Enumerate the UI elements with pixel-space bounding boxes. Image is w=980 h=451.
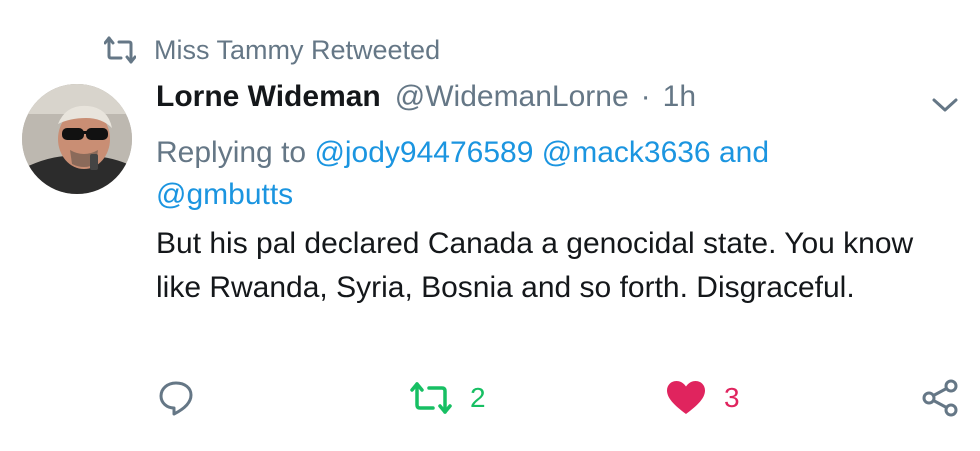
heart-icon xyxy=(666,380,706,416)
reply-context-prefix: Replying to xyxy=(156,136,307,169)
author-display-name[interactable]: Lorne Wideman xyxy=(156,80,381,114)
tweet-text: But his pal declared Canada a genocidal … xyxy=(156,227,914,304)
tweet-actions: 2 3 xyxy=(0,370,980,426)
like-button[interactable]: 3 xyxy=(666,370,740,426)
header-separator: · xyxy=(640,80,651,113)
share-icon xyxy=(920,378,960,418)
tweet-header: Lorne Wideman @WidemanLorne · 1h xyxy=(156,80,696,126)
mention-gmbutts[interactable]: @gmbutts xyxy=(156,178,293,211)
tweet-timestamp[interactable]: 1h xyxy=(663,80,696,114)
like-count: 3 xyxy=(724,382,740,413)
avatar[interactable] xyxy=(22,84,132,194)
chevron-down-icon[interactable] xyxy=(930,94,960,116)
avatar-image xyxy=(22,84,132,194)
retweet-context-label: Miss Tammy Retweeted xyxy=(154,34,441,65)
mention-mack3636[interactable]: @mack3636 xyxy=(542,136,711,169)
mention-jody94476589[interactable]: @jody94476589 xyxy=(314,136,533,169)
share-button[interactable] xyxy=(920,370,960,426)
author-handle[interactable]: @WidemanLorne xyxy=(395,80,629,114)
retweet-context[interactable]: Miss Tammy Retweeted xyxy=(103,30,441,70)
retweet-icon xyxy=(410,381,452,415)
reply-bubble-icon xyxy=(158,380,194,416)
retweet-icon xyxy=(103,36,137,64)
retweet-button[interactable]: 2 xyxy=(410,370,486,426)
reply-context-joiner[interactable]: and xyxy=(719,136,769,169)
reply-context: Replying to @jody94476589 @mack3636 and … xyxy=(156,132,876,216)
retweet-count: 2 xyxy=(470,382,486,413)
reply-button[interactable] xyxy=(158,370,194,426)
